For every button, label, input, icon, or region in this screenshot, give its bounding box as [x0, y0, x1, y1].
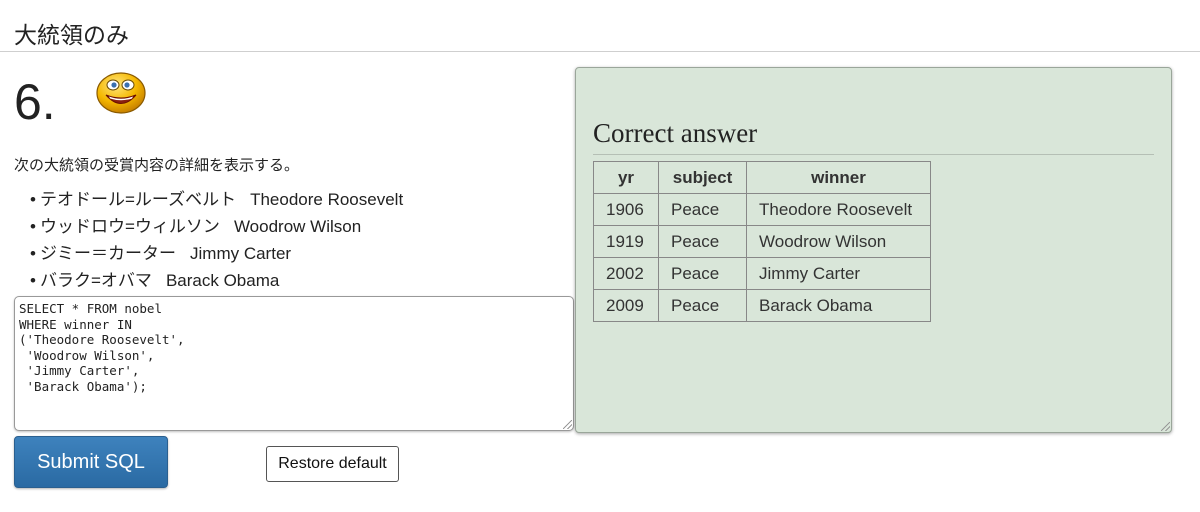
list-item: • ジミー＝カーター Jimmy Carter — [30, 240, 403, 267]
section-title: 大統領のみ — [14, 23, 129, 48]
table-row: 1906 Peace Theodore Roosevelt — [593, 193, 931, 226]
restore-default-button[interactable]: Restore default — [266, 446, 399, 482]
cell-subject: Peace — [658, 289, 747, 322]
question-instruction: 次の大統領の受賞内容の詳細を表示する。 — [14, 157, 300, 174]
column-header-yr: yr — [593, 161, 659, 194]
president-name-jp: バラク=オバマ — [40, 271, 152, 290]
column-header-subject: subject — [658, 161, 747, 194]
president-name-en: Jimmy Carter — [190, 244, 292, 263]
president-name-jp: テオドール=ルーズベルト — [40, 190, 237, 209]
bullet-icon: • — [30, 244, 36, 263]
column-header-winner: winner — [746, 161, 931, 194]
list-item: • バラク=オバマ Barack Obama — [30, 267, 403, 294]
cell-winner: Woodrow Wilson — [746, 225, 931, 258]
cell-subject: Peace — [658, 257, 747, 290]
cell-yr: 1919 — [593, 225, 659, 258]
result-table: yr subject winner 1906 Peace Theodore Ro… — [593, 161, 931, 322]
cell-yr: 1906 — [593, 193, 659, 226]
cell-subject: Peace — [658, 225, 747, 258]
table-header-row: yr subject winner — [593, 161, 931, 194]
list-item: • ウッドロウ=ウィルソン Woodrow Wilson — [30, 213, 403, 240]
cell-yr: 2002 — [593, 257, 659, 290]
answer-title: Correct answer — [593, 118, 758, 148]
cell-subject: Peace — [658, 193, 747, 226]
submit-sql-button[interactable]: Submit SQL — [14, 436, 168, 488]
bullet-icon: • — [30, 190, 36, 209]
bullet-icon: • — [30, 217, 36, 236]
correct-answer-panel: Correct answer yr subject winner 1906 Pe… — [575, 67, 1172, 433]
president-name-en: Theodore Roosevelt — [250, 190, 404, 209]
resize-grip-icon[interactable] — [1161, 422, 1170, 431]
answer-divider — [593, 154, 1154, 155]
president-name-en: Woodrow Wilson — [233, 217, 362, 236]
president-name-jp: ジミー＝カーター — [40, 244, 176, 263]
list-item: • テオドール=ルーズベルト Theodore Roosevelt — [30, 186, 403, 213]
cell-winner: Barack Obama — [746, 289, 931, 322]
cell-winner: Theodore Roosevelt — [746, 193, 931, 226]
resize-grip-icon[interactable] — [563, 420, 572, 429]
table-row: 2002 Peace Jimmy Carter — [593, 257, 931, 290]
table-row: 2009 Peace Barack Obama — [593, 289, 931, 322]
question-number: 6. — [14, 74, 56, 130]
smiley-face-icon — [96, 72, 146, 114]
bullet-icon: • — [30, 271, 36, 290]
president-name-en: Barack Obama — [165, 271, 280, 290]
section-divider — [0, 51, 1200, 52]
president-list: • テオドール=ルーズベルト Theodore Roosevelt • ウッドロウ=ウ… — [30, 186, 403, 294]
president-name-jp: ウッドロウ=ウィルソン — [40, 217, 220, 236]
table-row: 1919 Peace Woodrow Wilson — [593, 225, 931, 258]
cell-yr: 2009 — [593, 289, 659, 322]
cell-winner: Jimmy Carter — [746, 257, 931, 290]
sql-editor[interactable]: SELECT * FROM nobel WHERE winner IN ('Th… — [14, 296, 574, 431]
